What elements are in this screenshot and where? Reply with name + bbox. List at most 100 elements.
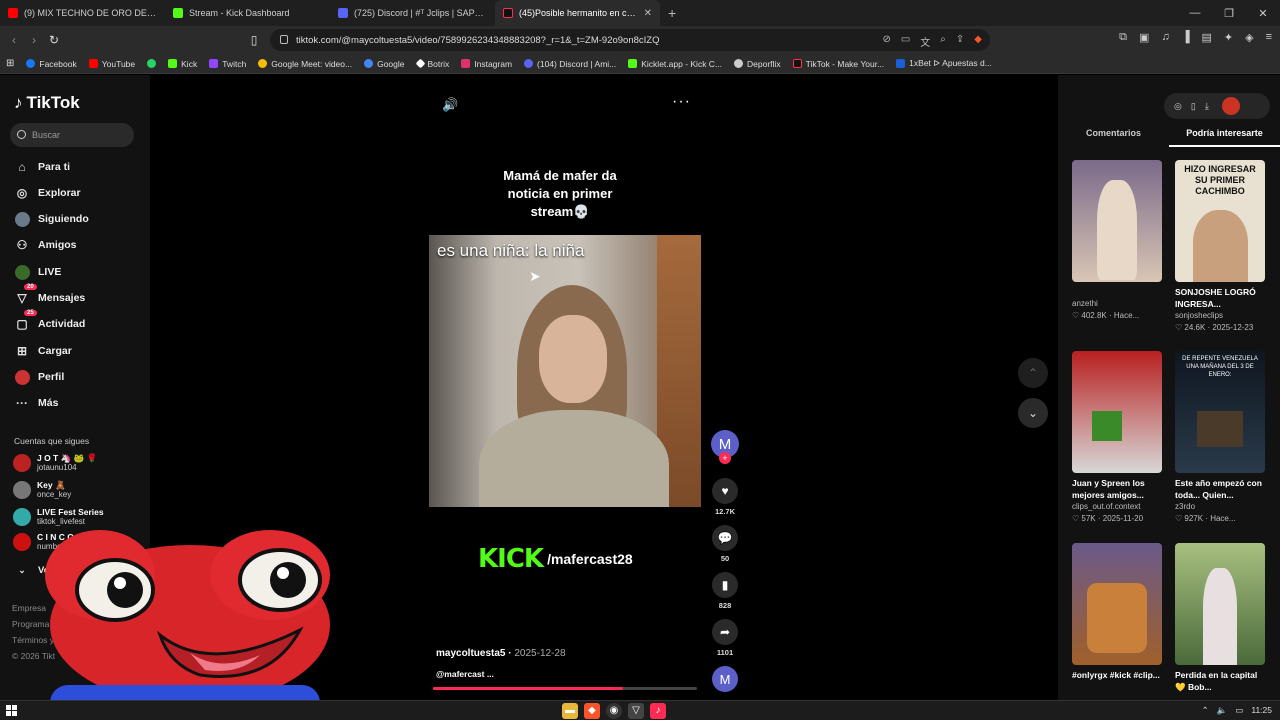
speaker-icon[interactable]: 🔈 (1217, 705, 1228, 716)
brave-icon[interactable]: ◆ (584, 703, 600, 719)
bookmark-twitch[interactable]: Twitch (203, 59, 252, 69)
menu-icon[interactable]: ≡ (1266, 31, 1272, 44)
extensions-icon[interactable]: ⧉ (1119, 31, 1127, 44)
reload-icon[interactable]: ↻ (44, 33, 64, 47)
video-progress-bar[interactable] (433, 687, 697, 690)
windows-start-icon[interactable] (6, 705, 18, 717)
tab-comentarios[interactable]: Comentarios (1058, 127, 1169, 147)
previous-video-button[interactable]: ⌃ (1018, 358, 1048, 388)
minimize-icon[interactable]: — (1178, 7, 1212, 19)
nav-para-ti[interactable]: ⌂ Para ti (14, 159, 70, 175)
new-tab-button[interactable]: + (660, 5, 684, 21)
windows-taskbar: ▬ ◆ ◉ ▽ ♪ ⌃ 🔈 ▭ 11:25 (0, 700, 1280, 720)
nav-mensajes[interactable]: ▽ 20 Mensajes (14, 284, 85, 306)
avatar[interactable] (1221, 97, 1240, 115)
zoom-icon[interactable]: ⌕ (940, 34, 946, 49)
file-explorer-icon[interactable]: ▬ (562, 703, 578, 719)
nav-siguiendo[interactable]: Siguiendo (14, 211, 89, 227)
next-video-button[interactable]: ⌄ (1018, 398, 1048, 428)
bookmark-facebook[interactable]: Facebook (20, 59, 82, 69)
url-field[interactable]: tiktok.com/@maycoltuesta5/video/75899262… (270, 29, 990, 51)
browser-tab-active[interactable]: (45)Posible hermanito en cam ✕ (495, 0, 660, 26)
compass-icon[interactable]: ◎ (1174, 101, 1182, 112)
translate-icon[interactable]: 文 (920, 34, 930, 49)
tab-podria-interesarte[interactable]: Podría interesarte (1169, 127, 1280, 147)
clock[interactable]: 11:25 (1251, 705, 1272, 716)
video-card[interactable]: Juan y Spreen los mejores amigos... clip… (1072, 351, 1164, 525)
following-account[interactable]: J O T 🦄 🐸 🌹 jotaunu104 (13, 453, 97, 473)
download-icon[interactable]: ⤓ (1205, 101, 1209, 112)
apps-icon[interactable]: ⊞ (0, 58, 20, 69)
following-account[interactable]: LIVE Fest Series tiktok_livefest (13, 507, 104, 527)
video-card[interactable]: Perdida en la capital 💛 Bob... (1175, 543, 1267, 693)
nav-explorar[interactable]: ◎ Explorar (14, 185, 81, 201)
tiktok-logo[interactable]: ♪ TikTok (14, 93, 80, 113)
video-player[interactable]: es una niña: la niña (429, 235, 701, 507)
volume-icon[interactable]: 🔊 (442, 97, 458, 113)
bookmark-tiktok[interactable]: TikTok - Make Your... (787, 59, 891, 69)
avatar (13, 481, 31, 499)
thumbnail-figure (1193, 210, 1248, 282)
site-info-icon[interactable] (280, 35, 288, 44)
cast-icon[interactable]: ▭ (901, 34, 910, 49)
vpn-icon[interactable]: ◈ (1245, 31, 1253, 44)
video-card[interactable]: HIZO INGRESAR SU PRIMER CACHIMBO SONJOSH… (1175, 160, 1267, 334)
more-options-icon[interactable]: ··· (672, 93, 691, 111)
phone-icon[interactable]: ▯ (1191, 101, 1196, 112)
bookmark-botrix[interactable]: Botrix (411, 59, 456, 69)
nav-mas[interactable]: ··· Más (14, 395, 58, 411)
screenshot-icon[interactable]: ▣ (1139, 31, 1149, 44)
search-input[interactable]: Buscar (10, 123, 134, 147)
nav-amigos[interactable]: ⚇ Amigos (14, 237, 77, 253)
video-author[interactable]: maycoltuesta5 · 2025-12-28 (436, 648, 566, 659)
creator-avatar[interactable]: M + (710, 430, 740, 464)
nav-live[interactable]: LIVE (14, 264, 61, 280)
sidebar-icon[interactable]: ▐ (1182, 31, 1190, 44)
back-icon[interactable]: ‹ (4, 33, 24, 47)
share-icon[interactable]: ⇪ (956, 34, 964, 49)
bookmark-page-icon[interactable]: ▯ (244, 33, 264, 47)
network-icon[interactable]: ▭ (1235, 705, 1243, 716)
bookmark-kick[interactable]: Kick (162, 59, 203, 69)
following-account[interactable]: Key 🧸 once_key (13, 480, 71, 500)
video-description[interactable]: @mafercast ... (436, 669, 494, 679)
media-icon[interactable]: ♫ (1161, 31, 1169, 44)
wallet-icon[interactable]: ▤ (1201, 31, 1211, 44)
save-button[interactable]: ▮ 828 (710, 572, 740, 610)
streamlabs-icon[interactable]: ▽ (628, 703, 644, 719)
forward-icon[interactable]: › (24, 33, 44, 47)
nav-actividad[interactable]: ▢ 25 Actividad (14, 310, 85, 332)
follow-plus-icon[interactable]: + (719, 452, 731, 464)
nav-perfil[interactable]: Perfil (14, 369, 64, 385)
nav-cargar[interactable]: ⊞ Cargar (14, 343, 72, 359)
bookmark-google-meet[interactable]: Google Meet: video... (252, 59, 358, 69)
browser-tab[interactable]: (725) Discord | #ᵀ Jclips | SAPOLIC (330, 0, 495, 26)
close-tab-icon[interactable]: ✕ (644, 8, 652, 19)
like-button[interactable]: ♥ 12.7K (710, 478, 740, 516)
bookmark-youtube[interactable]: YouTube (83, 59, 141, 69)
obs-icon[interactable]: ◉ (606, 703, 622, 719)
video-card[interactable]: anzethi ♡ 402.8K · Hace... (1072, 160, 1164, 322)
browser-tab[interactable]: Stream - Kick Dashboard (165, 0, 330, 26)
comment-button[interactable]: 💬 50 (710, 525, 740, 563)
bookmark-whatsapp[interactable] (141, 59, 162, 68)
brave-shield-icon[interactable]: ◆ (974, 34, 982, 49)
tiktok-app-icon[interactable]: ♪ (650, 703, 666, 719)
browser-tab[interactable]: (9) MIX TECHNO DE ORO DE 80's & 9 (0, 0, 165, 26)
thumbnail-figure (1097, 180, 1137, 280)
bookmark-discord[interactable]: (104) Discord | Ami... (518, 59, 622, 69)
video-card[interactable]: DE REPENTE VENEZUELA UNA MAÑANA DEL 3 DE… (1175, 351, 1267, 525)
bookmark-instagram[interactable]: Instagram (455, 59, 518, 69)
restore-icon[interactable]: ❐ (1212, 7, 1246, 20)
video-card[interactable]: #onlyrgx #kick #clip... (1072, 543, 1164, 681)
leo-icon[interactable]: ✦ (1224, 31, 1233, 44)
bookmark-google[interactable]: Google (358, 59, 410, 69)
sound-avatar[interactable]: M (710, 666, 740, 692)
close-window-icon[interactable]: ✕ (1246, 7, 1280, 20)
bookmark-deporflix[interactable]: Deporflix (728, 59, 787, 69)
chevron-up-icon[interactable]: ⌃ (1202, 705, 1209, 716)
bookmark-1xbet[interactable]: 1xBet ᐅ Apuestas d... (890, 58, 998, 69)
bookmark-kicklet[interactable]: Kicklet.app - Kick C... (622, 59, 728, 69)
share-button[interactable]: ➦ 1101 (710, 619, 740, 657)
no-tracking-icon[interactable]: ⊘ (882, 34, 890, 49)
